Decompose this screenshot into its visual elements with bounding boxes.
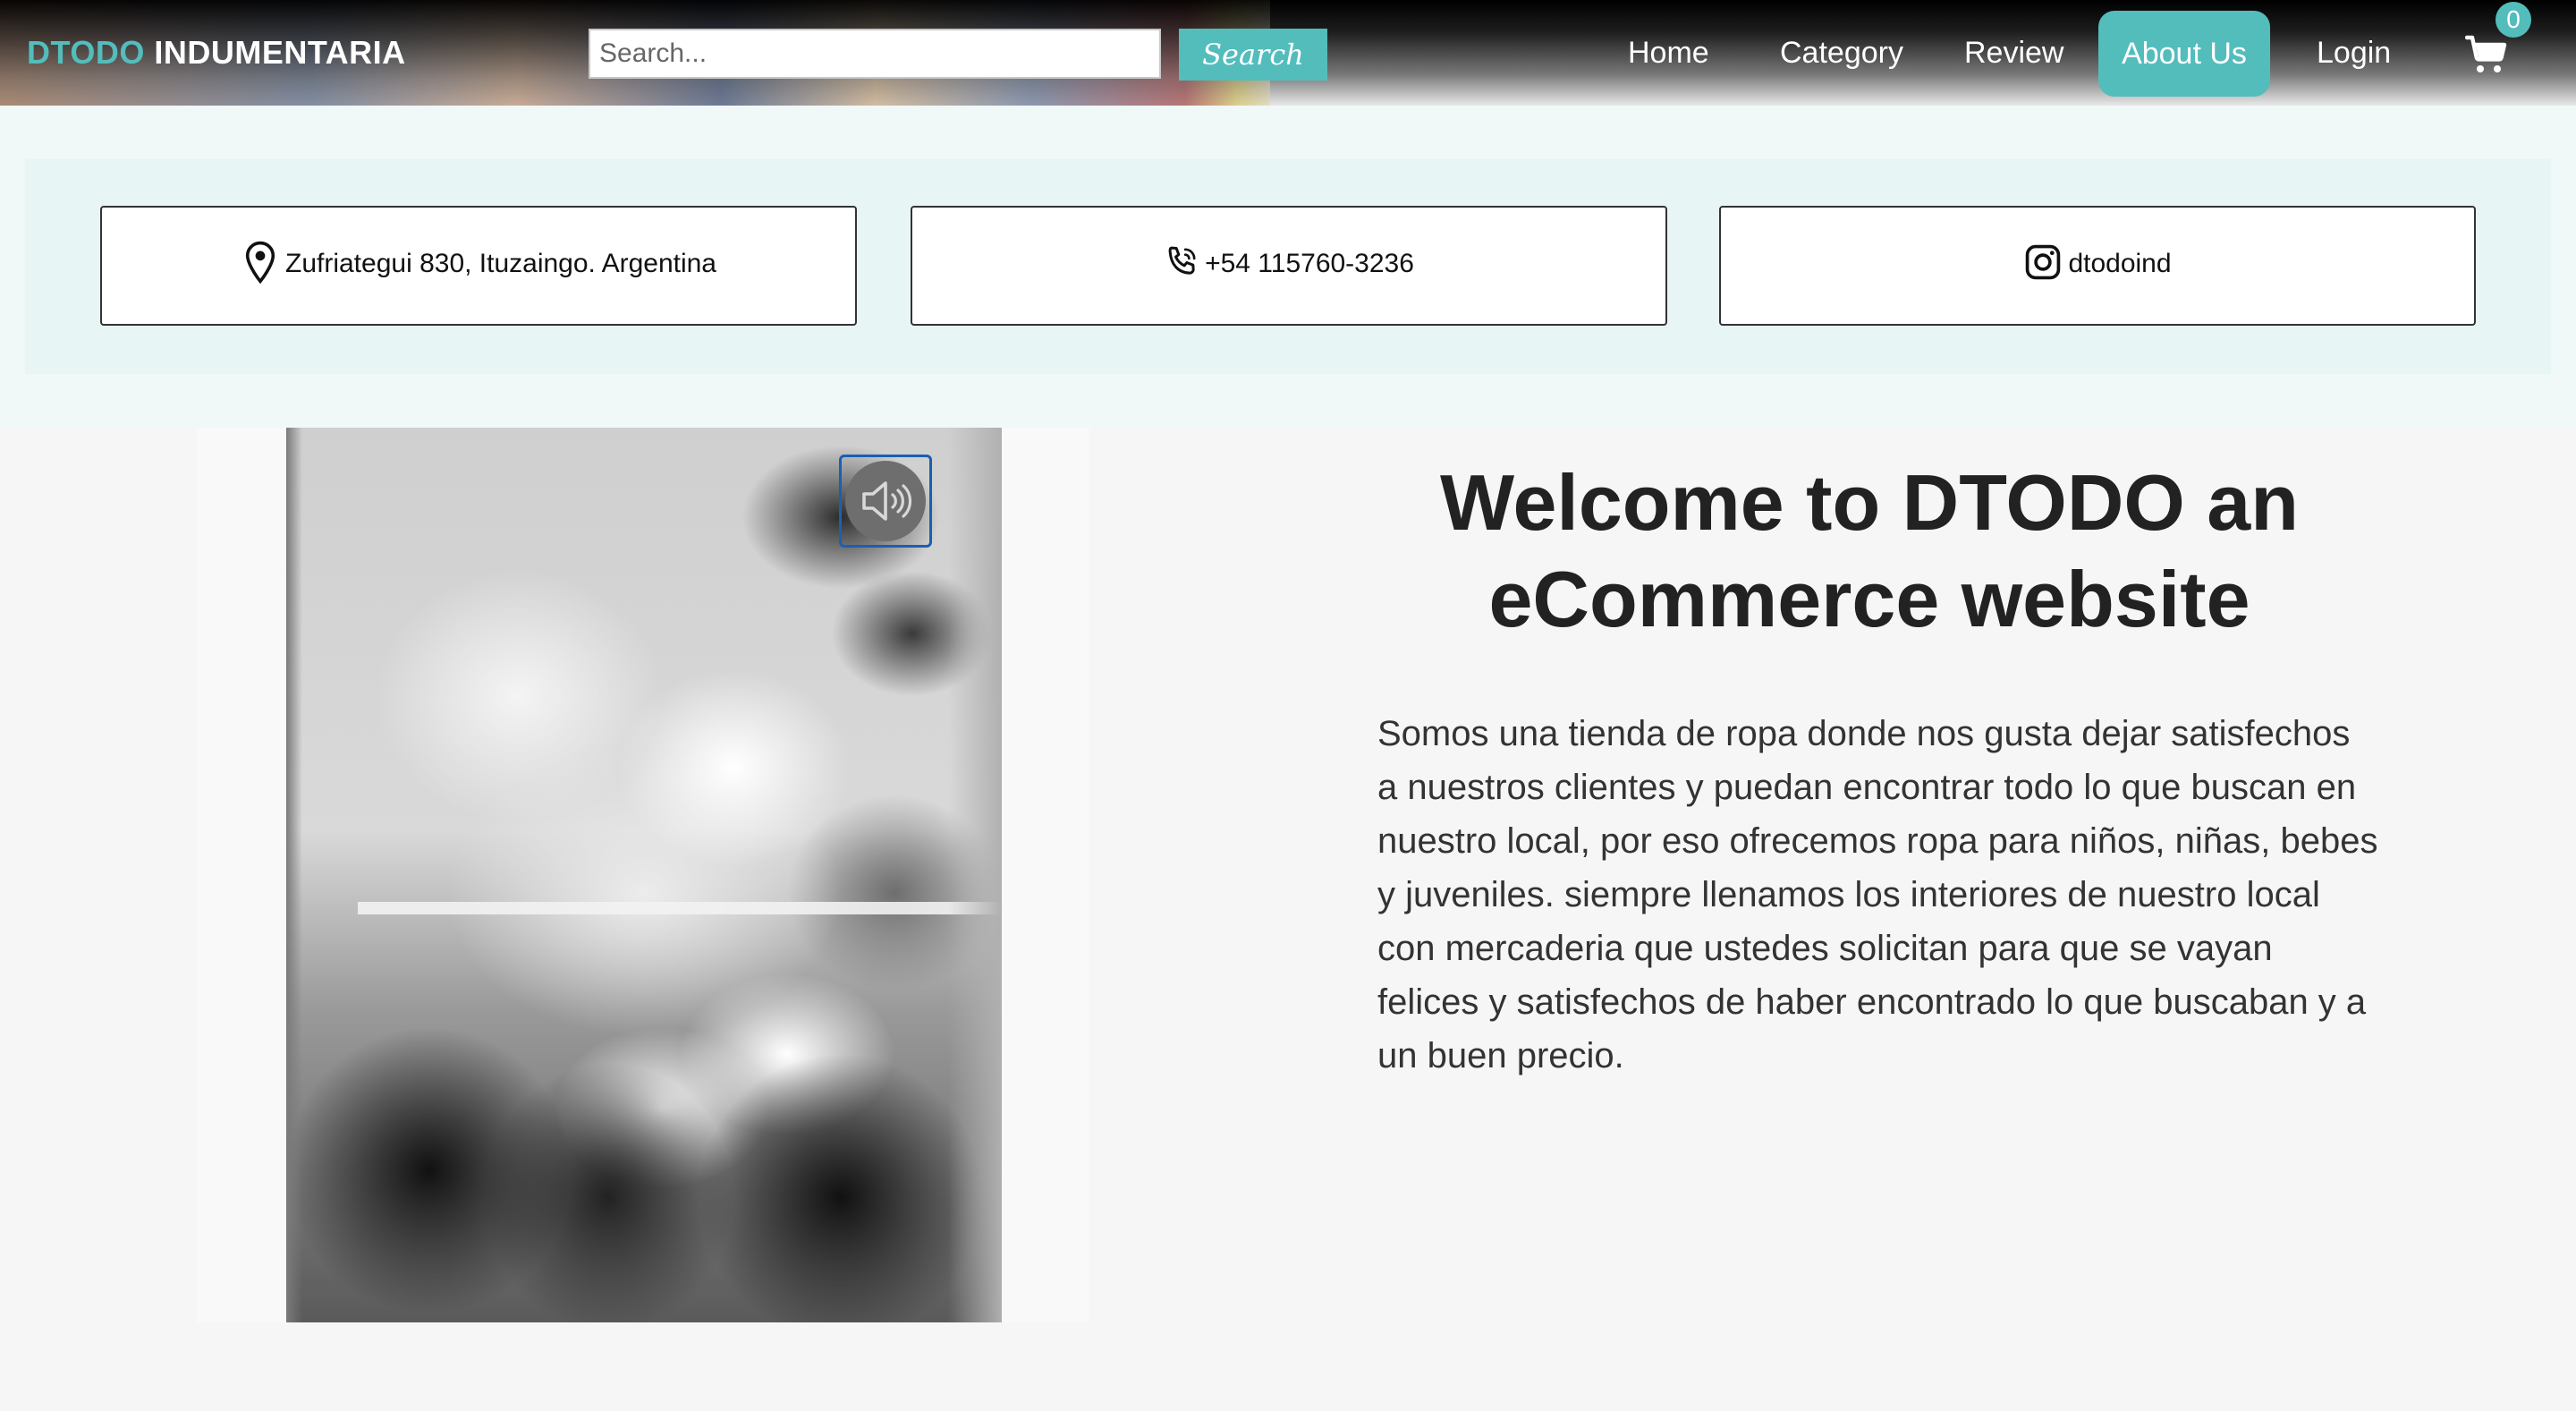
- map-pin-icon: [241, 240, 280, 292]
- store-video[interactable]: [286, 428, 1002, 1322]
- nav-category[interactable]: Category: [1780, 36, 1903, 71]
- nav-about-us[interactable]: About Us: [2098, 11, 2270, 97]
- navbar: DTODO INDUMENTARIA Search Home Category …: [0, 0, 2576, 106]
- video-edge: [948, 428, 1002, 1322]
- video-frame-detail: [358, 902, 1002, 914]
- video-edge: [286, 428, 302, 1322]
- address-text: Zufriategui 830, Ituzaingo. Argentina: [285, 249, 716, 278]
- nav-login[interactable]: Login: [2317, 36, 2391, 71]
- brand-name-part1: DTODO: [27, 34, 145, 71]
- nav-review[interactable]: Review: [1964, 36, 2063, 71]
- contact-card-instagram[interactable]: dtodoind: [1719, 206, 2476, 326]
- contact-card-address: Zufriategui 830, Ituzaingo. Argentina: [100, 206, 857, 326]
- instagram-handle: dtodoind: [2068, 249, 2172, 278]
- page-title: Welcome to DTODO an eCommerce website: [1439, 458, 2299, 643]
- speaker-icon: [845, 461, 926, 541]
- about-section: Welcome to DTODO an eCommerce website So…: [0, 428, 2576, 1411]
- video-container: [197, 428, 1089, 1322]
- cart-count-badge: 0: [2496, 2, 2531, 38]
- about-description: Somos una tienda de ropa donde nos gusta…: [1377, 714, 2378, 1075]
- phone-icon: [1164, 244, 1199, 287]
- brand-name-part2: INDUMENTARIA: [154, 34, 406, 71]
- shopping-cart-icon[interactable]: [2464, 34, 2508, 75]
- nav-home[interactable]: Home: [1628, 36, 1709, 71]
- phone-text: +54 115760-3236: [1205, 249, 1414, 278]
- search-input[interactable]: [589, 29, 1161, 79]
- instagram-icon: [2023, 242, 2063, 289]
- search-button[interactable]: Search: [1179, 29, 1327, 81]
- brand-logo[interactable]: DTODO INDUMENTARIA: [27, 34, 406, 72]
- contact-card-phone: +54 115760-3236: [911, 206, 1667, 326]
- video-mute-button[interactable]: [839, 455, 932, 548]
